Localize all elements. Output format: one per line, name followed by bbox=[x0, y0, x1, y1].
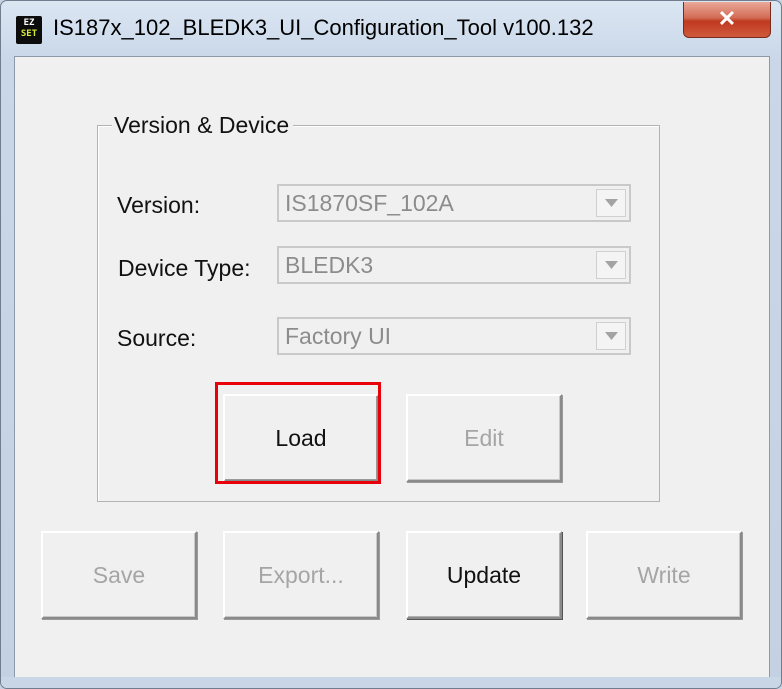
save-button[interactable]: Save bbox=[41, 531, 197, 619]
update-button[interactable]: Update bbox=[406, 531, 562, 619]
window-bottom-border bbox=[1, 677, 781, 688]
device-type-dropdown-arrow[interactable] bbox=[596, 251, 626, 279]
source-label: Source: bbox=[117, 325, 197, 351]
close-button[interactable]: ✕ bbox=[683, 2, 771, 38]
device-type-label: Device Type: bbox=[118, 255, 251, 281]
source-dropdown[interactable]: Factory UI bbox=[277, 317, 631, 355]
client-area: Version & Device Version: IS1870SF_102A … bbox=[14, 56, 770, 679]
write-button[interactable]: Write bbox=[586, 531, 742, 619]
chevron-down-icon bbox=[605, 261, 618, 269]
app-icon-top-text: EZ bbox=[23, 18, 35, 28]
version-dropdown-value: IS1870SF_102A bbox=[285, 190, 454, 216]
version-label: Version: bbox=[117, 192, 201, 218]
load-button[interactable]: Load bbox=[223, 394, 379, 482]
title-bar[interactable]: EZ SET IS187x_102_BLEDK3_UI_Configuratio… bbox=[1, 1, 781, 55]
version-dropdown[interactable]: IS1870SF_102A bbox=[277, 184, 631, 222]
app-window: EZ SET IS187x_102_BLEDK3_UI_Configuratio… bbox=[0, 0, 782, 689]
edit-button[interactable]: Edit bbox=[406, 394, 562, 482]
groupbox-legend: Version & Device bbox=[112, 112, 294, 139]
source-dropdown-arrow[interactable] bbox=[596, 322, 626, 350]
source-dropdown-value: Factory UI bbox=[285, 323, 392, 349]
app-icon-bottom-text: SET bbox=[20, 29, 38, 39]
export-button[interactable]: Export... bbox=[223, 531, 379, 619]
device-type-dropdown-value: BLEDK3 bbox=[285, 252, 374, 278]
chevron-down-icon bbox=[605, 332, 618, 340]
version-dropdown-arrow[interactable] bbox=[596, 189, 626, 217]
chevron-down-icon bbox=[605, 199, 618, 207]
app-icon[interactable]: EZ SET bbox=[16, 16, 42, 44]
device-type-dropdown[interactable]: BLEDK3 bbox=[277, 246, 631, 284]
window-title: IS187x_102_BLEDK3_UI_Configuration_Tool … bbox=[53, 15, 594, 40]
close-icon: ✕ bbox=[717, 6, 737, 31]
